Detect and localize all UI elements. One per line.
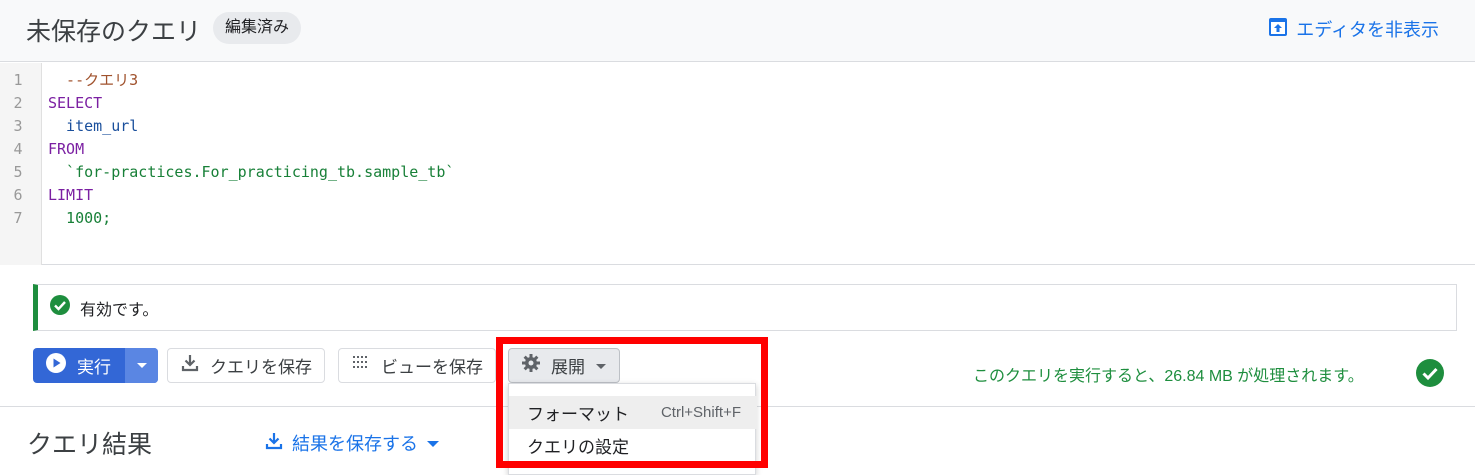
run-label: 実行 xyxy=(77,358,111,377)
code-line: 5 `for-practices.For_practicing_tb.sampl… xyxy=(0,161,1475,184)
run-main-button[interactable]: 実行 xyxy=(33,348,125,383)
code-line: 4 FROM xyxy=(0,138,1475,161)
validation-banner: 有効です。 xyxy=(33,284,1457,331)
code-text: LIMIT xyxy=(48,186,94,204)
line-number: 6 xyxy=(13,186,23,204)
save-query-label: クエリを保存 xyxy=(210,358,312,377)
validation-message: 有効です。 xyxy=(80,301,159,319)
menu-item-query-settings[interactable]: クエリの設定 xyxy=(509,429,757,462)
line-number: 3 xyxy=(13,117,23,135)
expand-label: 展開 xyxy=(551,358,585,377)
code-line: 1 --クエリ3 xyxy=(0,69,1475,92)
run-options-dropdown[interactable] xyxy=(125,348,158,383)
code-line: 2 SELECT xyxy=(0,92,1475,115)
menu-item-label: クエリの設定 xyxy=(527,438,629,457)
cost-estimate: このクエリを実行すると、26.84 MB が処理されます。 xyxy=(973,368,1364,385)
code-line: 6 LIMIT xyxy=(0,184,1475,207)
menu-item-format[interactable]: フォーマット Ctrl+Shift+F xyxy=(509,396,757,429)
check-circle-icon xyxy=(50,295,70,320)
expand-menu: フォーマット Ctrl+Shift+F クエリの設定 xyxy=(508,383,757,475)
expand-button[interactable]: 展開 xyxy=(508,348,620,383)
save-query-button[interactable]: クエリを保存 xyxy=(167,348,325,383)
save-results-button[interactable]: 結果を保存する xyxy=(264,430,440,456)
play-icon xyxy=(45,352,67,379)
code-line: 7 1000; xyxy=(0,207,1475,230)
line-number: 7 xyxy=(13,209,23,227)
code-text: FROM xyxy=(48,140,85,158)
caret-down-icon xyxy=(595,356,607,376)
caret-down-icon xyxy=(136,357,148,375)
edited-badge: 編集済み xyxy=(213,12,302,44)
collapse-editor-icon xyxy=(1268,17,1288,42)
line-number: 4 xyxy=(13,140,23,158)
code-line: 3 item_url xyxy=(0,115,1475,138)
code-text: 1000; xyxy=(48,209,112,227)
download-icon xyxy=(180,353,200,378)
sql-editor[interactable]: 1 --クエリ3 2 SELECT 3 item_url 4 FROM 5 `f… xyxy=(0,63,1475,265)
page-title: 未保存のクエリ xyxy=(26,18,202,46)
menu-item-label: フォーマット xyxy=(527,405,629,424)
line-number: 2 xyxy=(13,94,23,112)
download-icon xyxy=(264,431,284,456)
code-text: `for-practices.For_practicing_tb.sample_… xyxy=(48,163,455,181)
caret-down-icon xyxy=(426,433,440,454)
results-title: クエリ結果 xyxy=(27,431,153,459)
run-button[interactable]: 実行 xyxy=(33,348,158,383)
hide-editor-button[interactable]: エディタを非表示 xyxy=(1268,16,1439,42)
line-number: 1 xyxy=(13,71,23,89)
code-text: --クエリ3 xyxy=(48,71,139,89)
line-number: 5 xyxy=(13,163,23,181)
hide-editor-label: エディタを非表示 xyxy=(1296,20,1439,40)
code-text: item_url xyxy=(48,117,139,135)
shortcut-hint: Ctrl+Shift+F xyxy=(660,404,741,421)
save-view-button[interactable]: ビューを保存 xyxy=(338,348,496,383)
save-view-label: ビューを保存 xyxy=(381,358,483,377)
grid-icon xyxy=(351,353,371,378)
code-text: SELECT xyxy=(48,94,103,112)
gear-icon xyxy=(521,353,541,378)
query-header: 未保存のクエリ 編集済み エディタを非表示 xyxy=(0,0,1475,62)
save-results-label: 結果を保存する xyxy=(292,434,418,454)
check-circle-icon xyxy=(1416,359,1444,392)
